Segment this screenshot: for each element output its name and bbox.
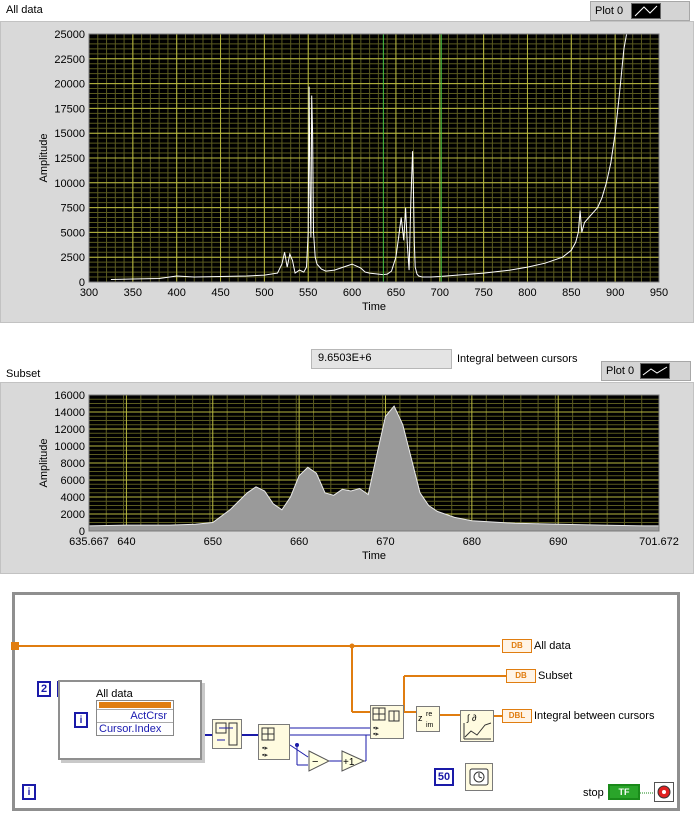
- loop-count-constant[interactable]: 2: [37, 681, 51, 697]
- svg-text:▪▸: ▪▸: [373, 731, 379, 738]
- while-loop-iteration-terminal: i: [22, 784, 36, 800]
- property-node-reference-bar: [99, 702, 171, 708]
- integral-node[interactable]: ∫ ∂: [460, 710, 494, 742]
- stop-terminal[interactable]: TF: [608, 784, 640, 800]
- svg-text:▪▸: ▪▸: [262, 752, 268, 759]
- property-node-title: All data: [96, 688, 133, 700]
- stop-label: stop: [583, 787, 604, 799]
- complex-to-re-im-node[interactable]: z re im: [416, 706, 440, 732]
- property-actcrsr[interactable]: ActCrsr: [97, 709, 173, 722]
- svg-text:im: im: [426, 722, 434, 729]
- property-cursor-index[interactable]: Cursor.Index: [97, 722, 173, 735]
- property-node[interactable]: All data ActCrsr Cursor.Index: [96, 688, 174, 744]
- subset-terminal[interactable]: DB: [506, 669, 536, 683]
- for-loop-iteration-terminal: i: [74, 712, 88, 728]
- subset-terminal-label: Subset: [538, 670, 573, 682]
- svg-text:re: re: [426, 711, 432, 718]
- integral-terminal[interactable]: DBL: [502, 709, 532, 723]
- svg-text:z: z: [418, 713, 423, 723]
- integral-terminal-label: Integral between cursors: [534, 710, 655, 722]
- stop-sign-icon: [657, 785, 671, 799]
- all-data-terminal[interactable]: DB: [502, 639, 532, 653]
- wait-ms-constant[interactable]: 50: [434, 768, 454, 786]
- clock-icon: [469, 768, 489, 786]
- wait-ms-node[interactable]: [465, 763, 493, 791]
- subtract-symbol: −: [312, 756, 318, 768]
- index-array-node[interactable]: ▪▸ ▪▸: [258, 724, 290, 760]
- increment-symbol: +1: [343, 757, 355, 768]
- increment-node[interactable]: +1: [341, 750, 366, 772]
- array-subset-node[interactable]: ▪▸ ▪▸: [370, 705, 404, 739]
- svg-text:∫ ∂: ∫ ∂: [466, 713, 477, 723]
- build-array-node[interactable]: [212, 719, 242, 749]
- svg-text:▪▸: ▪▸: [262, 745, 268, 752]
- loop-condition-terminal[interactable]: [654, 782, 674, 802]
- all-data-terminal-label: All data: [534, 640, 571, 652]
- subtract-node[interactable]: −: [308, 750, 331, 772]
